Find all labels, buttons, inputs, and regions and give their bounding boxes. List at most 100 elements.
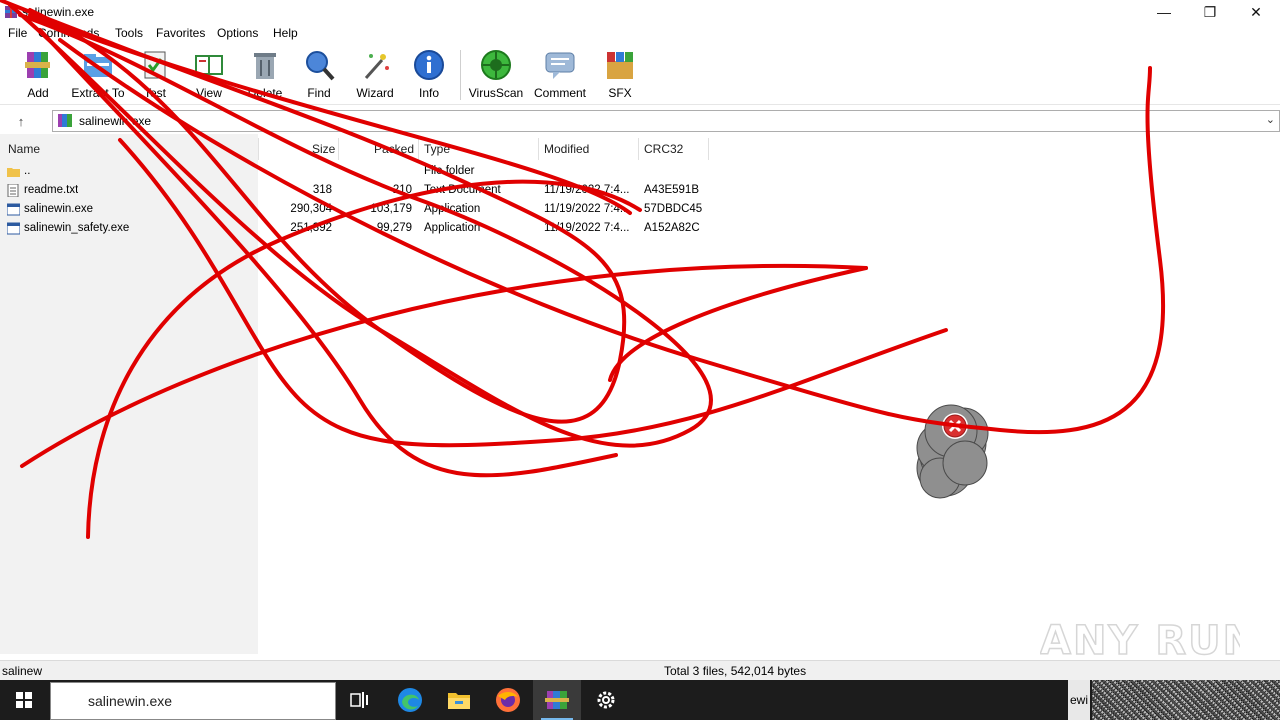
file-name: .. [24, 165, 31, 177]
sfx-box-icon [607, 52, 633, 79]
edge-browser-icon [398, 688, 422, 712]
menu-bar: File Commands Tools Favorites Options He… [0, 24, 1280, 44]
file-packed: 210 [392, 184, 412, 196]
window-title: salinewin.exe [22, 5, 95, 19]
file-type: Application [424, 203, 481, 215]
column-modified[interactable]: Modified [544, 142, 589, 156]
status-left: salinew [2, 664, 43, 678]
up-one-level-button[interactable]: ↑ [10, 112, 32, 130]
title-bar: salinewin.exe — ❐ ✕ [0, 0, 1280, 24]
extract-to-label: Extract To [71, 86, 125, 100]
taskbar-search-input[interactable]: salinewin.exe [50, 682, 336, 720]
view-label: View [196, 86, 222, 100]
file-crc32: A152A82C [644, 222, 700, 234]
file-name: readme.txt [24, 184, 79, 196]
column-divider [338, 138, 339, 160]
winrar-app-icon [5, 6, 17, 18]
file-modified: 11/19/2022 7:4... [544, 222, 630, 234]
column-headers: Name Size Packed Type Modified CRC32 [0, 138, 720, 160]
file-type: File folder [424, 165, 475, 177]
minimize-icon: — [1157, 4, 1171, 20]
task-view-button[interactable] [336, 680, 384, 720]
comment-label: Comment [533, 86, 586, 100]
toolbar-separator [460, 50, 461, 100]
file-type: Text Document [424, 184, 501, 196]
winrar-taskbar-button[interactable] [533, 680, 581, 720]
file-crc32: 57DBDC45 [644, 203, 703, 215]
info-label: Info [418, 86, 439, 100]
delete-label: Delete [247, 86, 283, 100]
file-name: salinewin_safety.exe [24, 222, 130, 234]
status-bar: salinew Total 3 files, 542,014 bytes [0, 660, 1280, 681]
gear-icon [597, 691, 615, 709]
table-row[interactable]: salinewin.exe 290,304 103,179 Applicatio… [0, 200, 720, 219]
test-icon [144, 51, 166, 79]
file-size: 290,304 [290, 203, 332, 215]
column-size[interactable]: Size [312, 142, 335, 156]
delete-button[interactable]: Delete [237, 48, 293, 104]
archive-icon [58, 114, 72, 127]
path-text: salinewin.exe [79, 114, 152, 128]
file-packed: 103,179 [370, 203, 412, 215]
sfx-button[interactable]: SFX [592, 48, 648, 104]
test-label: Test [143, 86, 166, 100]
taskbar: salinewin.exe ewi [0, 680, 1280, 720]
file-explorer-icon [448, 693, 470, 709]
column-divider [708, 138, 709, 160]
magic-wand-icon [364, 54, 389, 79]
file-crc32: A43E591B [644, 184, 699, 196]
add-button[interactable]: Add [10, 48, 66, 104]
info-button[interactable]: Info [401, 48, 457, 104]
file-explorer-taskbar-button[interactable] [435, 680, 483, 720]
menu-options[interactable]: Options [217, 26, 258, 40]
info-icon [414, 50, 444, 80]
menu-commands[interactable]: Commands [38, 26, 99, 40]
test-button[interactable]: Test [127, 48, 183, 104]
firefox-taskbar-button[interactable] [484, 680, 532, 720]
menu-help[interactable]: Help [273, 26, 298, 40]
error-icon-cluster [916, 404, 989, 499]
column-divider [638, 138, 639, 160]
file-modified: 11/19/2022 7:4... [544, 203, 630, 215]
restore-button[interactable]: ❐ [1187, 0, 1233, 24]
menu-favorites[interactable]: Favorites [156, 26, 205, 40]
settings-taskbar-button[interactable] [582, 680, 630, 720]
corrupted-tray-area [1092, 680, 1280, 720]
virusscan-label: VirusScan [468, 86, 524, 100]
add-label: Add [27, 86, 49, 100]
minimize-button[interactable]: — [1141, 0, 1187, 24]
extract-to-button[interactable]: Extract To [70, 48, 126, 104]
windows-logo-icon [16, 692, 32, 708]
winrar-app-icon [545, 691, 569, 709]
magnifier-icon [306, 51, 335, 81]
start-button[interactable] [0, 680, 48, 720]
column-crc32[interactable]: CRC32 [644, 142, 683, 156]
file-modified: 11/19/2022 7:4... [544, 184, 630, 196]
column-type[interactable]: Type [424, 142, 450, 156]
close-button[interactable]: ✕ [1233, 0, 1279, 24]
menu-tools[interactable]: Tools [115, 26, 143, 40]
column-name[interactable]: Name [8, 142, 40, 156]
file-list: Name Size Packed Type Modified CRC32 .. … [0, 138, 1280, 656]
view-button[interactable]: View [181, 48, 237, 104]
status-summary: Total 3 files, 542,014 bytes [664, 664, 807, 678]
table-row[interactable]: readme.txt 318 210 Text Document 11/19/2… [0, 181, 720, 200]
find-button[interactable]: Find [291, 48, 347, 104]
firefox-icon [496, 688, 520, 712]
table-row[interactable]: .. File folder [0, 162, 720, 181]
tray-label: ewi [1068, 680, 1090, 720]
column-packed[interactable]: Packed [374, 142, 414, 156]
close-icon: ✕ [1250, 3, 1262, 20]
watermark-text: ANY RUN [1040, 618, 1240, 664]
exe-file-icon [7, 222, 20, 235]
file-size: 318 [312, 184, 332, 196]
comment-button[interactable]: Comment [532, 48, 588, 104]
menu-file[interactable]: File [8, 26, 27, 40]
virusscan-button[interactable]: VirusScan [468, 48, 524, 104]
path-combobox[interactable]: salinewin.exe ⌄ [52, 110, 1280, 132]
edge-taskbar-button[interactable] [386, 680, 434, 720]
virus-scan-icon [481, 50, 511, 80]
wizard-button[interactable]: Wizard [347, 48, 403, 104]
chevron-down-icon[interactable]: ⌄ [1266, 113, 1275, 126]
table-row[interactable]: salinewin_safety.exe 251,392 99,279 Appl… [0, 219, 720, 238]
